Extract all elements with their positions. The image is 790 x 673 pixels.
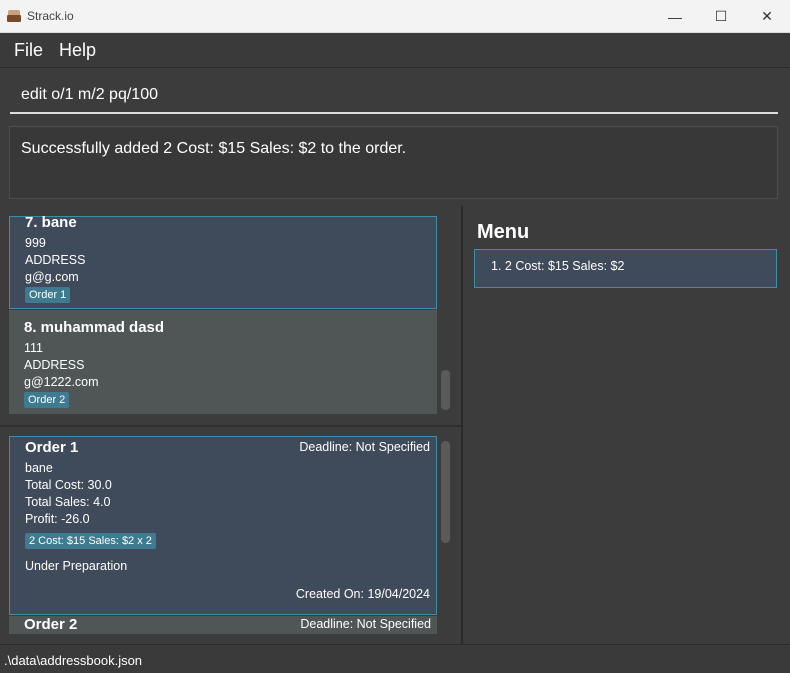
person-name: 8. muhammad dasd bbox=[24, 319, 165, 336]
pane-divider[interactable] bbox=[0, 425, 461, 427]
order-list-scrollbar[interactable] bbox=[441, 441, 450, 543]
menu-file[interactable]: File bbox=[14, 40, 43, 61]
person-name: 7. bane bbox=[25, 216, 77, 231]
menu-list-item[interactable]: 1. 2 Cost: $15 Sales: $2 bbox=[474, 249, 777, 288]
close-button[interactable]: ✕ bbox=[744, 0, 790, 33]
status-bar-file-path: .\data\addressbook.json bbox=[0, 644, 790, 673]
menu-title: Menu bbox=[477, 221, 530, 243]
order-total-cost: Total Cost: 30.0 bbox=[25, 478, 112, 492]
person-address: ADDRESS bbox=[25, 253, 86, 267]
person-order-tag: Order 2 bbox=[24, 392, 70, 408]
person-email: g@g.com bbox=[25, 270, 79, 284]
order-card[interactable]: Order 2 Deadline: Not Specified bbox=[9, 616, 437, 634]
order-deadline: Deadline: Not Specified bbox=[300, 617, 431, 631]
order-card[interactable]: Order 1 Deadline: Not Specified bane Tot… bbox=[9, 436, 437, 615]
person-card[interactable]: 8. muhammad dasd 111 ADDRESS g@1222.com … bbox=[9, 310, 437, 414]
menu-pane: Menu 1. 2 Cost: $15 Sales: $2 bbox=[465, 205, 790, 644]
order-item-tag: 2 Cost: $15 Sales: $2 x 2 bbox=[25, 533, 156, 549]
order-deadline: Deadline: Not Specified bbox=[299, 440, 430, 454]
result-display-area: Successfully added 2 Cost: $15 Sales: $2… bbox=[0, 121, 790, 205]
order-total-sales: Total Sales: 4.0 bbox=[25, 495, 111, 509]
person-list-scrollbar[interactable] bbox=[441, 370, 450, 410]
menu-bar: File Help bbox=[0, 33, 790, 68]
order-profit: Profit: -26.0 bbox=[25, 512, 90, 526]
window-title: Strack.io bbox=[27, 9, 74, 23]
order-status: Under Preparation bbox=[25, 559, 128, 573]
person-card[interactable]: 7. bane 999 ADDRESS g@g.com Order 1 bbox=[9, 216, 437, 309]
person-order-tag: Order 1 bbox=[25, 287, 71, 303]
order-title: Order 2 bbox=[24, 616, 78, 633]
order-title: Order 1 bbox=[25, 439, 79, 456]
person-list[interactable]: 7. bane 999 ADDRESS g@g.com Order 1 8. m… bbox=[9, 216, 437, 414]
person-phone: 111 bbox=[24, 341, 44, 355]
command-box bbox=[0, 69, 790, 121]
order-customer: bane bbox=[25, 461, 53, 475]
person-address: ADDRESS bbox=[24, 358, 85, 372]
title-bar: Strack.io — ☐ ✕ bbox=[0, 0, 790, 33]
maximize-button[interactable]: ☐ bbox=[698, 0, 744, 33]
command-input[interactable] bbox=[10, 77, 778, 114]
result-display: Successfully added 2 Cost: $15 Sales: $2… bbox=[9, 126, 778, 199]
left-pane: 7. bane 999 ADDRESS g@g.com Order 1 8. m… bbox=[0, 205, 463, 644]
order-list[interactable]: Order 1 Deadline: Not Specified bane Tot… bbox=[9, 436, 437, 634]
person-phone: 999 bbox=[25, 236, 46, 250]
order-created-on: Created On: 19/04/2024 bbox=[295, 587, 430, 601]
minimize-button[interactable]: — bbox=[652, 0, 698, 33]
menu-help[interactable]: Help bbox=[59, 40, 96, 61]
person-email: g@1222.com bbox=[24, 375, 99, 389]
app-icon bbox=[7, 10, 21, 22]
